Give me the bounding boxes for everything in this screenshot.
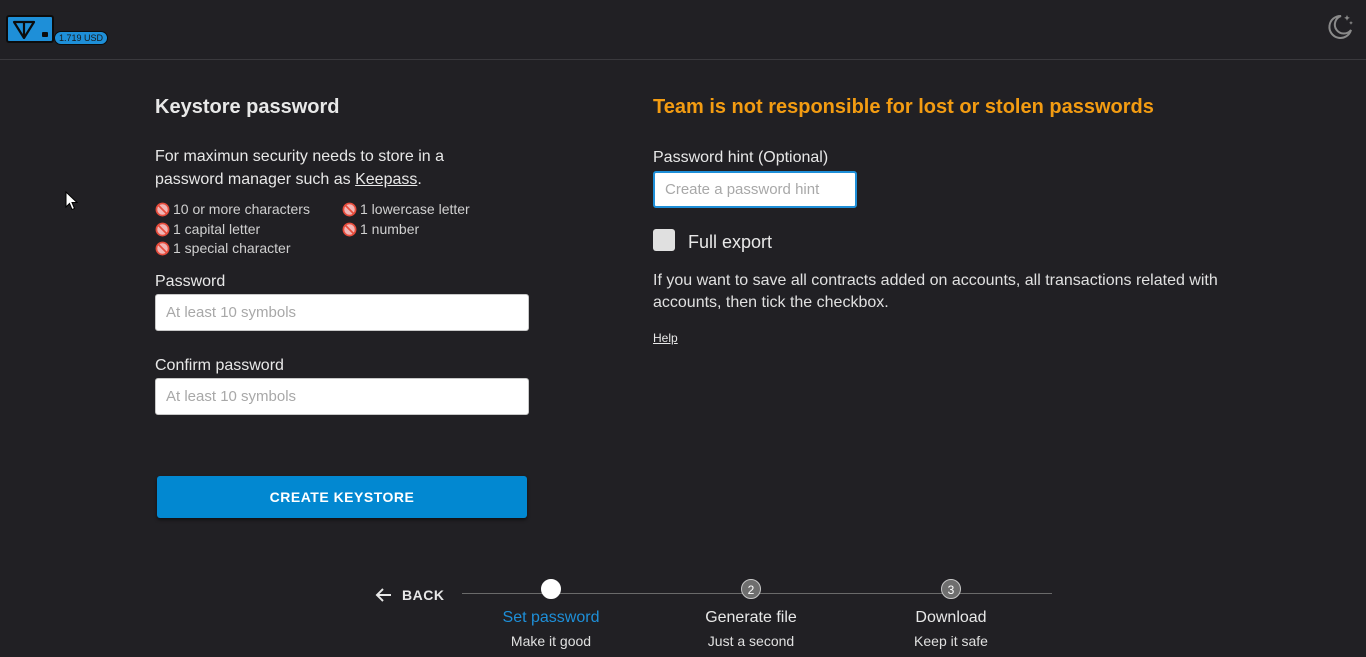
requirement-label: 1 number	[360, 221, 420, 237]
full-export-checkbox[interactable]	[653, 229, 675, 251]
moon-stars-icon[interactable]	[1326, 12, 1354, 40]
confirm-password-label: Confirm password	[155, 357, 284, 374]
ban-icon	[342, 202, 357, 217]
requirement-label: 1 lowercase letter	[360, 201, 470, 217]
warning-title: Team is not responsible for lost or stol…	[653, 96, 1154, 118]
password-hint-input[interactable]	[653, 171, 857, 208]
step-1-subtitle: Make it good	[510, 633, 592, 649]
requirement-item: 1 special character	[155, 239, 291, 257]
mouse-pointer-icon	[65, 190, 79, 216]
step-2-indicator: 2	[741, 579, 761, 599]
step-1-indicator: 1	[541, 579, 561, 599]
confirm-password-input[interactable]	[155, 378, 529, 415]
arrow-left-icon	[375, 588, 391, 602]
ban-icon	[155, 202, 170, 217]
ban-icon	[155, 241, 170, 256]
step-1-title: Set password	[502, 609, 600, 626]
intro-end: .	[417, 171, 422, 188]
step-3-subtitle: Keep it safe	[914, 633, 988, 649]
back-button[interactable]: BACK	[374, 584, 444, 606]
step-2-subtitle: Just a second	[707, 633, 795, 649]
requirement-item: 1 lowercase letter	[342, 200, 470, 218]
password-input[interactable]	[155, 294, 529, 331]
balance-badge: 1.719 USD	[54, 31, 109, 45]
help-link[interactable]: Help	[653, 331, 678, 345]
ban-icon	[155, 222, 170, 237]
keepass-link[interactable]: Keepass	[355, 171, 417, 188]
requirement-item: 1 number	[342, 220, 419, 238]
password-label: Password	[155, 273, 226, 290]
create-keystore-button[interactable]: CREATE KEYSTORE	[157, 476, 527, 518]
requirement-item: 1 capital letter	[155, 220, 260, 238]
requirement-label: 1 special character	[173, 240, 291, 256]
step-3-title: Download	[915, 609, 987, 626]
requirement-label: 1 capital letter	[173, 221, 261, 237]
requirement-item: 10 or more characters	[155, 200, 310, 218]
security-intro: For maximun security needs to store in a…	[155, 145, 495, 191]
password-hint-label: Password hint (Optional)	[653, 149, 829, 166]
wallet-dot	[42, 32, 48, 37]
top-bar: 1.719 USD	[0, 0, 1366, 60]
wallet-logo-icon[interactable]	[6, 15, 54, 43]
keystore-password-title: Keystore password	[155, 96, 340, 118]
step-2-title: Generate file	[705, 609, 797, 626]
full-export-description: If you want to save all contracts added …	[653, 272, 1218, 311]
requirement-label: 10 or more characters	[173, 201, 310, 217]
step-3-indicator: 3	[941, 579, 961, 599]
back-label: BACK	[402, 587, 445, 603]
full-export-label[interactable]: Full export	[688, 232, 772, 253]
ban-icon	[342, 222, 357, 237]
